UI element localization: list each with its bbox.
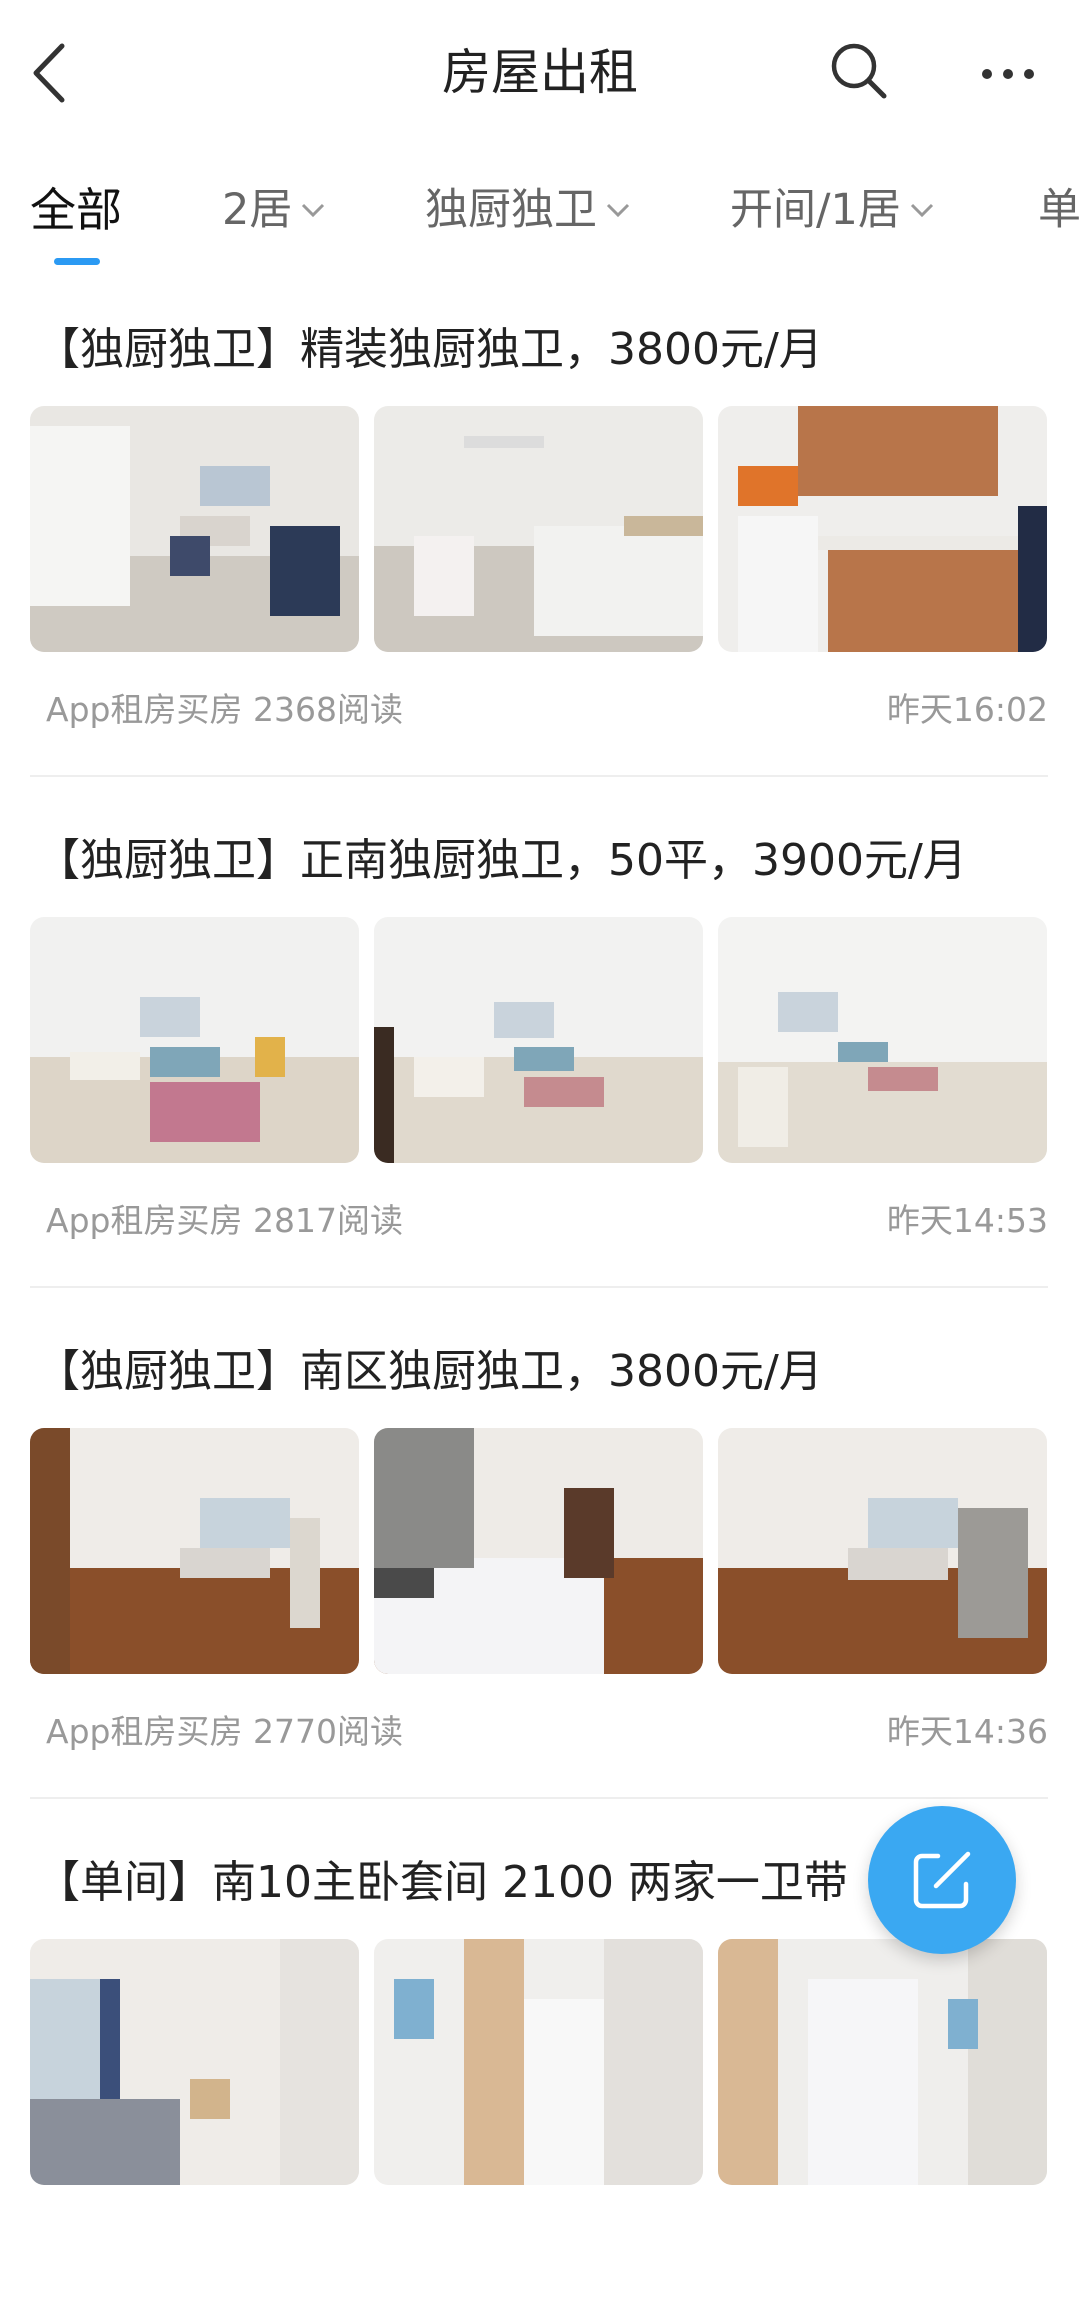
tab-private-kitchen-bath[interactable]: 独厨独卫: [425, 180, 631, 240]
compose-button[interactable]: [868, 1806, 1016, 1954]
tab-two-bedroom[interactable]: 2居: [222, 180, 326, 240]
more-button[interactable]: [978, 44, 1038, 104]
tab-label: 全部: [30, 183, 122, 237]
room-photo: [718, 1428, 1047, 1674]
room-photo: [30, 1939, 359, 2185]
tab-label: 开间/1居: [730, 185, 901, 235]
listing-item[interactable]: 【独厨独卫】正南独厨独卫，50平，3900元/月 App租房买房 2817阅读 …: [0, 791, 1080, 1302]
top-bar: 房屋出租: [0, 0, 1080, 150]
listing-photos: [30, 1428, 1048, 1674]
listing-photo[interactable]: [374, 917, 703, 1163]
room-photo: [374, 917, 703, 1163]
chevron-down-icon: [910, 203, 933, 218]
listing-photo[interactable]: [374, 1428, 703, 1674]
listing-photos: [30, 1939, 1048, 2185]
room-photo: [30, 1428, 359, 1674]
listing-source: App租房买房 2817阅读: [46, 1201, 403, 1240]
listing-photos: [30, 917, 1048, 1163]
listing-title: 【独厨独卫】正南独厨独卫，50平，3900元/月: [36, 835, 967, 886]
page-title: 房屋出租: [441, 44, 638, 101]
room-photo: [30, 917, 359, 1163]
listing-photo[interactable]: [374, 1939, 703, 2185]
room-photo: [374, 406, 703, 652]
divider: [30, 775, 1048, 777]
listing-title: 【单间】南10主卧套间 2100 两家一卫带: [36, 1857, 848, 1908]
search-icon: [831, 43, 887, 99]
listing-photo[interactable]: [718, 1939, 1047, 2185]
listing-time: 昨天14:36: [886, 1712, 1048, 1751]
more-dots-icon: [982, 69, 1034, 79]
listing-photo[interactable]: [30, 1428, 359, 1674]
divider: [30, 1797, 1048, 1799]
room-photo: [718, 1939, 1047, 2185]
tab-label: 独厨独卫: [425, 185, 597, 235]
filter-tabs: 全部 2居 独厨独卫 开间/1居 单: [0, 170, 1080, 270]
listing-photo[interactable]: [718, 917, 1047, 1163]
search-button[interactable]: [826, 38, 892, 104]
listing-item[interactable]: 【独厨独卫】南区独厨独卫，3800元/月 App租房买房 2770阅读 昨天14…: [0, 1302, 1080, 1813]
tab-all[interactable]: 全部: [30, 180, 122, 240]
listing-source: App租房买房 2770阅读: [46, 1712, 403, 1751]
room-photo: [374, 1939, 703, 2185]
divider: [30, 1286, 1048, 1288]
tab-single-room[interactable]: 单: [1038, 180, 1080, 240]
compose-icon: [913, 1851, 971, 1909]
room-photo: [30, 406, 359, 652]
listing-time: 昨天16:02: [886, 690, 1048, 729]
room-photo: [374, 1428, 703, 1674]
listing-photo[interactable]: [30, 1939, 359, 2185]
tab-label: 2居: [222, 185, 293, 235]
listing-photo[interactable]: [374, 406, 703, 652]
room-photo: [718, 917, 1047, 1163]
chevron-down-icon: [606, 203, 630, 218]
active-tab-indicator: [54, 258, 100, 265]
listing-photos: [30, 406, 1048, 652]
listing-source: App租房买房 2368阅读: [46, 690, 403, 729]
tab-studio-one-bedroom[interactable]: 开间/1居: [730, 180, 935, 240]
listing-photo[interactable]: [718, 1428, 1047, 1674]
chevron-down-icon: [302, 203, 325, 218]
listing-photo[interactable]: [30, 917, 359, 1163]
listing-title: 【独厨独卫】南区独厨独卫，3800元/月: [36, 1346, 823, 1397]
listing-title: 【独厨独卫】精装独厨独卫，3800元/月: [36, 324, 823, 375]
listing-photo[interactable]: [30, 406, 359, 652]
listing-photo[interactable]: [718, 406, 1047, 652]
room-photo: [718, 406, 1047, 652]
tab-label: 单: [1038, 185, 1080, 235]
listing-item[interactable]: 【独厨独卫】精装独厨独卫，3800元/月 App租房买房 2368阅读 昨天16…: [0, 280, 1080, 791]
listing-time: 昨天14:53: [886, 1201, 1048, 1240]
